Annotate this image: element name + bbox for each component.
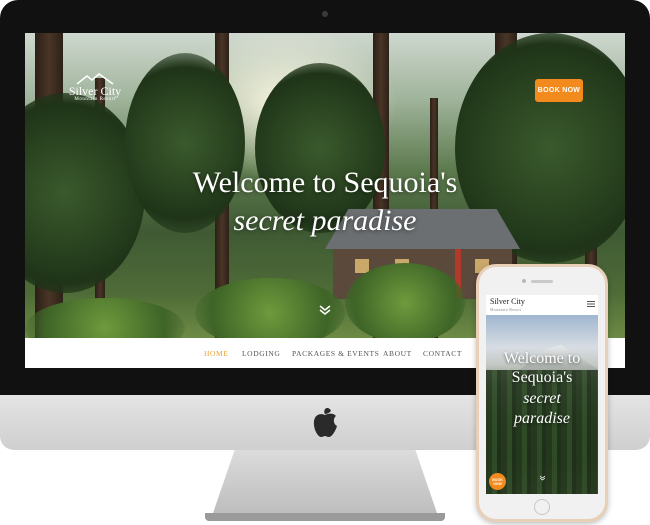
mobile-hero-line4: paradise xyxy=(514,410,570,427)
mobile-screen: Silver City Mountain Resort Welcome to S… xyxy=(486,295,598,494)
phone-camera xyxy=(522,279,526,283)
hamburger-menu-icon[interactable] xyxy=(587,300,595,308)
mobile-logo-tagline: Mountain Resort xyxy=(490,307,522,312)
site-logo[interactable]: Silver City Mountain Resort xyxy=(65,73,125,102)
hero-heading-line1: Welcome to Sequoia's xyxy=(192,166,458,199)
nav-about[interactable]: ABOUT xyxy=(383,349,412,358)
apple-logo-icon xyxy=(313,407,337,437)
logo-name: Silver City xyxy=(68,84,122,98)
book-now-button[interactable]: BOOK NOW xyxy=(535,79,583,102)
chevron-down-icon[interactable] xyxy=(318,304,332,316)
mobile-hero-line2: Sequoia's xyxy=(511,369,573,386)
iphone-device: Silver City Mountain Resort Welcome to S… xyxy=(476,264,608,522)
mobile-logo-name[interactable]: Silver City xyxy=(490,298,525,306)
shrub xyxy=(345,263,465,343)
mobile-hero-line1: Welcome to xyxy=(503,350,581,367)
phone-speaker xyxy=(531,280,553,283)
hero-heading-line2: secret paradise xyxy=(233,204,417,237)
nav-contact[interactable]: CONTACT xyxy=(423,349,462,358)
home-button[interactable] xyxy=(534,499,550,515)
nav-lodging[interactable]: LODGING xyxy=(242,349,280,358)
nav-home[interactable]: HOME xyxy=(204,349,228,358)
mobile-book-label-line2: NOW xyxy=(493,481,502,486)
nav-packages-events[interactable]: PACKAGES & EVENTS xyxy=(292,349,379,358)
webcam xyxy=(322,11,328,17)
mobile-hero: Welcome to Sequoia's secret paradise xyxy=(486,315,598,494)
imac-stand-base xyxy=(205,513,445,521)
mobile-hero-line3: secret xyxy=(523,390,561,407)
mobile-header: Silver City Mountain Resort xyxy=(486,295,598,315)
chevron-down-icon[interactable] xyxy=(539,475,546,481)
imac-stand xyxy=(212,450,438,516)
mobile-book-now-button[interactable]: BOOK NOW xyxy=(489,473,506,490)
